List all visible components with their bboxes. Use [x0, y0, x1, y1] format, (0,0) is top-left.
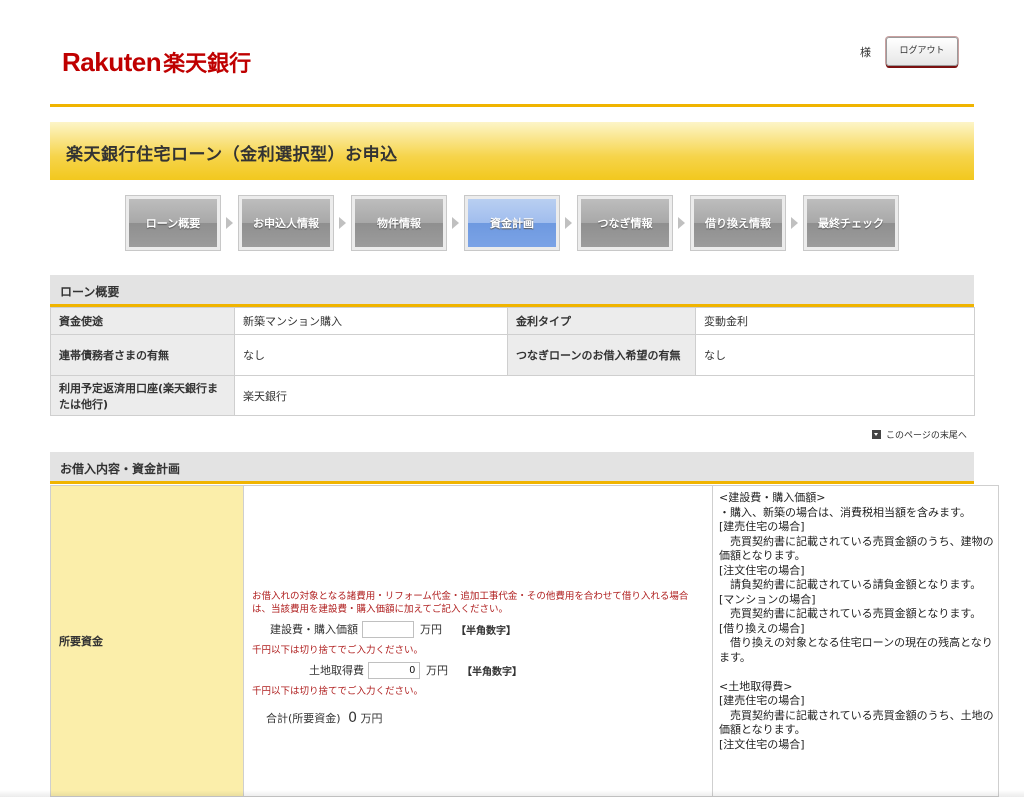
logout-button[interactable]: ログアウト: [886, 37, 958, 66]
step-arrow-icon: [221, 195, 238, 251]
step-loan-overview[interactable]: ローン概要: [125, 195, 221, 251]
step-label: 物件情報: [355, 199, 443, 247]
help-line: [注文住宅の場合]: [719, 563, 805, 577]
section-heading-text: お借入内容・資金計画: [60, 462, 181, 476]
construction-label: 建設費・購入価額: [270, 623, 358, 636]
help-text-cell: <建設費・購入価額> ・購入、新築の場合は、消費税相当額を含みます。 [建売住宅…: [712, 485, 999, 797]
page-end-link[interactable]: このページの末尾へ: [872, 428, 967, 441]
logo-text-en: Rakuten: [62, 47, 162, 77]
logo-text-jp: 楽天銀行: [163, 52, 252, 77]
table-row: 所要資金 お借入れの対象となる諸費用・リフォーム代金・追加工事代金・その他費用を…: [50, 485, 999, 797]
total-value: 0: [348, 710, 358, 726]
help-line: 請負契約書に記載されている請負金額となります。: [719, 578, 982, 591]
step-label: 最終チェック: [807, 199, 895, 247]
cell-value: 新築マンション購入: [234, 307, 508, 335]
page-title-bar: 楽天銀行住宅ローン（金利選択型）お申込: [50, 122, 974, 180]
step-label: ローン概要: [129, 199, 217, 247]
total-unit: 万円: [360, 712, 383, 725]
bottom-fade: [0, 790, 1024, 797]
help-line: [注文住宅の場合]: [719, 737, 805, 751]
step-arrow-icon: [560, 195, 577, 251]
step-funding-plan[interactable]: 資金計画: [464, 195, 560, 251]
help-line: 売買契約書に記載されている売買金額となります。: [719, 607, 982, 620]
cell-label: 連帯債務者さまの有無: [50, 334, 235, 376]
help-line: [建売住宅の場合]: [719, 694, 805, 707]
header-divider: [50, 104, 974, 107]
step-arrow-icon: [334, 195, 351, 251]
step-arrow-icon: [447, 195, 464, 251]
table-row: 連帯債務者さまの有無 なし つなぎローンのお借入希望の有無 なし: [50, 334, 975, 376]
step-label: お申込人情報: [242, 199, 330, 247]
help-line: <土地取得費>: [719, 679, 793, 693]
loan-plan-table: 所要資金 お借入れの対象となる諸費用・リフォーム代金・追加工事代金・その他費用を…: [50, 485, 999, 797]
section-heading-loan-plan: お借入内容・資金計画: [50, 452, 974, 484]
loan-overview-table: 資金使途 新築マンション購入 金利タイプ 変動金利 連帯債務者さまの有無 なし …: [50, 307, 975, 416]
table-row: 資金使途 新築マンション購入 金利タイプ 変動金利: [50, 307, 975, 335]
rakuten-bank-logo[interactable]: Rakuten 楽天銀行: [62, 46, 251, 78]
cell-value: 変動金利: [695, 307, 975, 335]
unit-label: 万円: [420, 623, 442, 636]
arrow-down-icon: [872, 430, 881, 439]
step-label: 借り換え情報: [694, 199, 782, 247]
section-heading-text: ローン概要: [60, 285, 120, 299]
rounding-note: 千円以下は切り捨てでご入力ください。: [252, 686, 424, 697]
total-required-funds: 合計(所要資金) 0 万円: [266, 710, 707, 726]
step-final-check[interactable]: 最終チェック: [803, 195, 899, 251]
cell-value: なし: [695, 334, 975, 376]
half-width-hint: 【半角数字】: [456, 625, 516, 637]
cell-label: 金利タイプ: [507, 307, 696, 335]
user-honorific: 様: [860, 46, 871, 59]
rounding-note: 千円以下は切り捨てでご入力ください。: [252, 645, 424, 656]
page-title: 楽天銀行住宅ローン（金利選択型）お申込: [66, 145, 398, 165]
cell-label: 利用予定返済用口座(楽天銀行または他行): [50, 375, 235, 416]
loan-input-cell: お借入れの対象となる諸費用・リフォーム代金・追加工事代金・その他費用を合わせて借…: [243, 485, 713, 797]
construction-cost-input[interactable]: [362, 620, 414, 638]
help-line: 借り換えの対象となる住宅ローンの現在の残高となります。: [719, 636, 993, 664]
land-row: 土地取得費 万円 【半角数字】: [309, 659, 707, 681]
help-line: 売買契約書に記載されている売買金額のうち、建物の価額となります。: [719, 534, 994, 563]
help-line: [マンションの場合]: [719, 592, 816, 606]
construction-row: 建設費・購入価額 万円 【半角数字】: [270, 618, 707, 640]
step-applicant-info[interactable]: お申込人情報: [238, 195, 334, 251]
help-line: ・購入、新築の場合は、消費税相当額を含みます。: [719, 505, 971, 519]
help-line: [借り換えの場合]: [719, 621, 805, 635]
header: Rakuten 楽天銀行 様 ログアウト: [50, 0, 974, 104]
help-line: [719, 665, 994, 680]
land-label: 土地取得費: [309, 664, 364, 677]
land-cost-input[interactable]: [368, 661, 420, 679]
section-heading-loan-overview: ローン概要: [50, 275, 974, 307]
step-refinance-info[interactable]: 借り換え情報: [690, 195, 786, 251]
table-row: 利用予定返済用口座(楽天銀行または他行) 楽天銀行: [50, 375, 975, 416]
step-navigation: ローン概要 お申込人情報 物件情報 資金計画 つなぎ情報 借り換え情報 最終チェ…: [125, 195, 899, 251]
instruction-note: お借入れの対象となる諸費用・リフォーム代金・追加工事代金・その他費用を合わせて借…: [252, 591, 689, 615]
cell-label: 所要資金: [50, 485, 244, 797]
page-end-link-text: このページの末尾へ: [886, 431, 967, 441]
cell-value: なし: [234, 334, 508, 376]
cell-value: 楽天銀行: [234, 375, 975, 416]
step-label: つなぎ情報: [581, 199, 669, 247]
cell-label: つなぎローンのお借入希望の有無: [507, 334, 696, 376]
step-arrow-icon: [673, 195, 690, 251]
step-property-info[interactable]: 物件情報: [351, 195, 447, 251]
step-arrow-icon: [786, 195, 803, 251]
help-line: 売買契約書に記載されている売買金額のうち、土地の価額となります。: [719, 708, 994, 737]
help-line: [建売住宅の場合]: [719, 520, 805, 533]
total-label: 合計(所要資金): [266, 712, 341, 725]
step-label: 資金計画: [468, 199, 556, 247]
step-bridge-info[interactable]: つなぎ情報: [577, 195, 673, 251]
cell-label: 資金使途: [50, 307, 235, 335]
help-line: <建設費・購入価額>: [719, 491, 826, 504]
half-width-hint: 【半角数字】: [462, 666, 522, 678]
unit-label: 万円: [426, 664, 448, 677]
